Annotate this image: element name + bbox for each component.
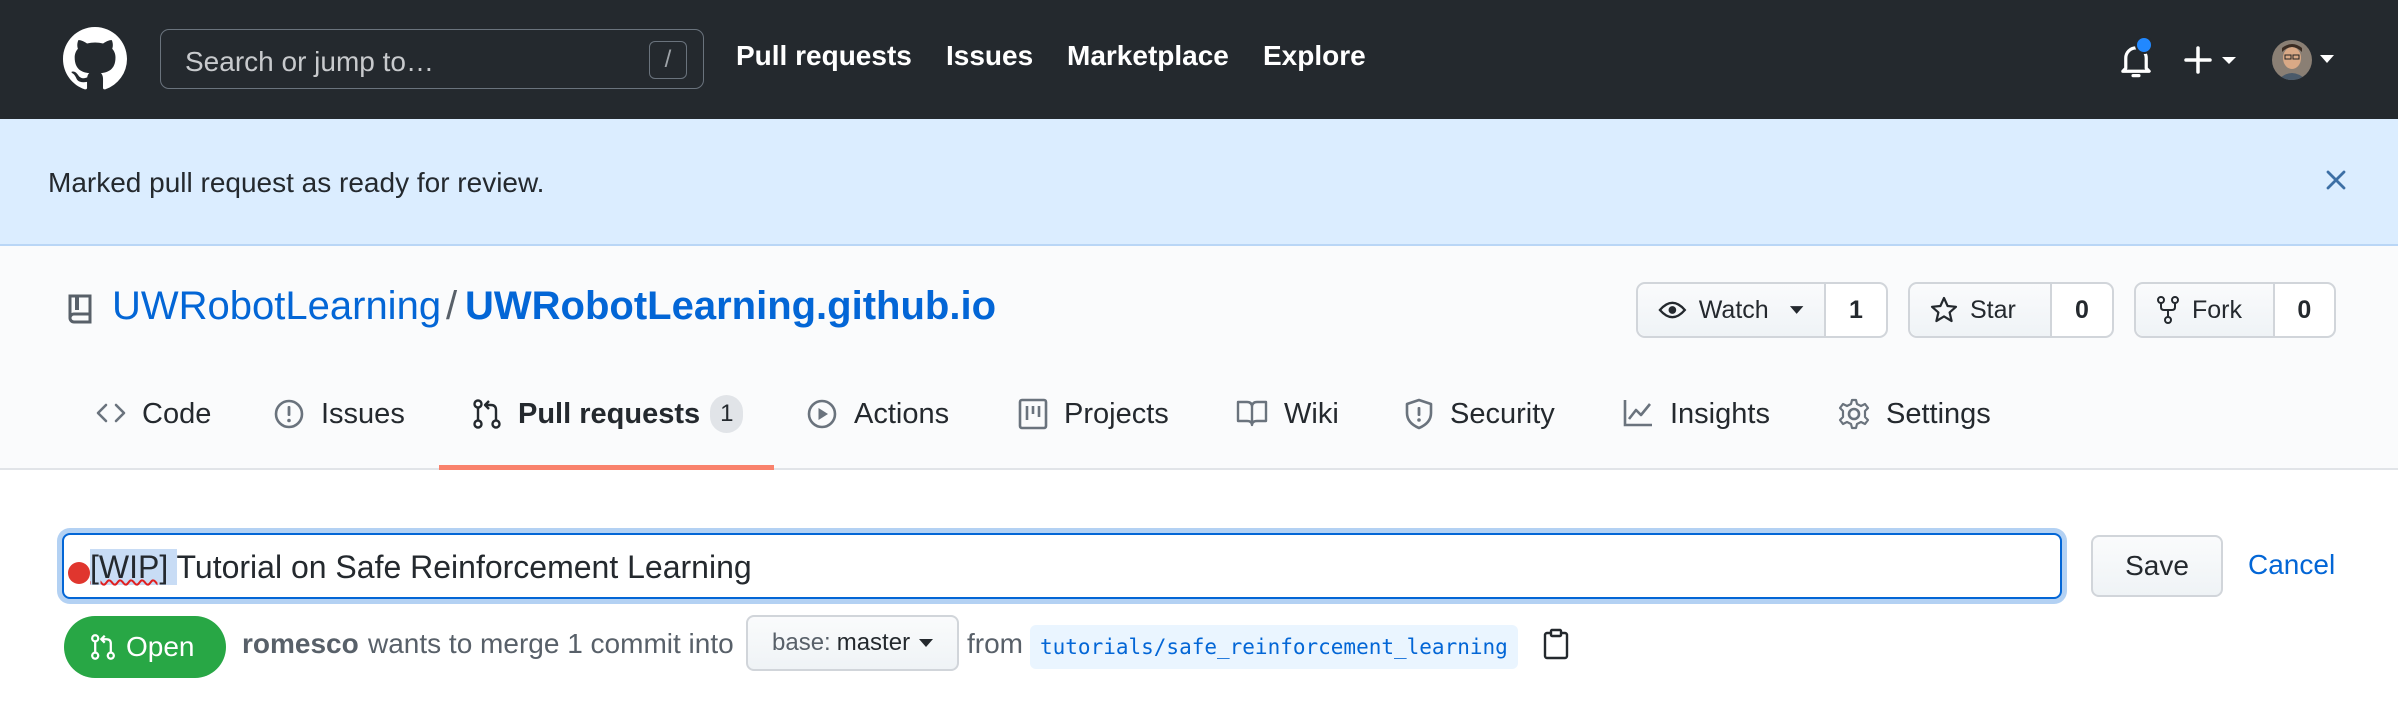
tab-projects[interactable]: Projects bbox=[1018, 398, 1169, 470]
tab-insights[interactable]: Insights bbox=[1622, 398, 1770, 470]
pr-title-value: [WIP] Tutorial on Safe Reinforcement Lea… bbox=[90, 549, 752, 586]
watch-count[interactable]: 1 bbox=[1824, 284, 1886, 336]
tab-label: Projects bbox=[1064, 398, 1169, 430]
repo-icon bbox=[68, 294, 92, 324]
code-icon bbox=[96, 403, 126, 423]
pr-state-label: Open bbox=[126, 631, 195, 662]
github-logo-icon[interactable] bbox=[63, 27, 127, 91]
nav-marketplace[interactable]: Marketplace bbox=[1067, 40, 1229, 72]
nav-explore[interactable]: Explore bbox=[1263, 40, 1366, 72]
global-header: Search or jump to… / Pull requests Issue… bbox=[0, 0, 2398, 119]
pull-request-icon bbox=[91, 634, 115, 660]
create-new-plus-icon[interactable] bbox=[2182, 40, 2242, 80]
fork-icon bbox=[2157, 296, 2179, 324]
fork-button[interactable]: Fork bbox=[2136, 284, 2273, 336]
tab-code[interactable]: Code bbox=[96, 398, 211, 470]
star-button-group: Star 0 bbox=[1908, 282, 2114, 338]
tab-label: Pull requests bbox=[518, 398, 701, 430]
eye-icon bbox=[1658, 301, 1687, 319]
repo-owner-link[interactable]: UWRobotLearning bbox=[112, 284, 441, 329]
star-button[interactable]: Star bbox=[1910, 284, 2050, 336]
watch-label: Watch bbox=[1698, 295, 1769, 324]
watch-button-group: Watch 1 bbox=[1636, 282, 1888, 338]
cancel-button[interactable]: Cancel bbox=[2248, 549, 2335, 581]
chevron-down-icon bbox=[919, 639, 934, 647]
pr-title-input[interactable]: [WIP] Tutorial on Safe Reinforcement Lea… bbox=[62, 533, 2062, 599]
tab-settings[interactable]: Settings bbox=[1838, 398, 1991, 470]
base-label: base: bbox=[772, 629, 831, 656]
base-branch-select[interactable]: base: master bbox=[746, 615, 959, 671]
tab-label: Settings bbox=[1886, 398, 1991, 430]
pull-request-count: 1 bbox=[710, 395, 744, 433]
repo-name-link[interactable]: UWRobotLearning.github.io bbox=[465, 284, 996, 329]
pr-title-prefix: [WIP] bbox=[90, 549, 169, 585]
tab-wiki[interactable]: Wiki bbox=[1236, 398, 1339, 470]
chevron-down-icon bbox=[1789, 306, 1804, 314]
tab-pull-requests[interactable]: Pull requests 1 bbox=[472, 395, 744, 470]
notification-indicator bbox=[2135, 36, 2153, 54]
tab-issues[interactable]: Issues bbox=[273, 398, 405, 470]
star-count[interactable]: 0 bbox=[2050, 284, 2112, 336]
watch-button[interactable]: Watch bbox=[1638, 284, 1824, 336]
pr-state-badge: Open bbox=[64, 616, 226, 678]
tab-label: Actions bbox=[854, 398, 950, 430]
base-branch-name: master bbox=[836, 629, 911, 656]
star-label: Star bbox=[1970, 295, 2016, 324]
issue-icon bbox=[274, 399, 304, 429]
book-icon bbox=[1236, 400, 1268, 427]
fork-button-group: Fork 0 bbox=[2134, 282, 2336, 338]
selected-tab-indicator bbox=[439, 465, 774, 470]
pull-request-icon bbox=[473, 399, 501, 429]
tab-label: Insights bbox=[1670, 398, 1770, 430]
recording-indicator bbox=[68, 562, 90, 584]
pr-merge-text: wants to merge 1 commit into bbox=[368, 628, 734, 659]
pr-from-text: from bbox=[967, 628, 1023, 659]
tab-label: Code bbox=[142, 398, 212, 430]
avatar[interactable] bbox=[2272, 40, 2312, 80]
tab-label: Security bbox=[1450, 398, 1555, 430]
star-icon bbox=[1930, 296, 1958, 323]
search-input[interactable]: Search or jump to… / bbox=[160, 29, 704, 89]
tab-label: Issues bbox=[321, 398, 405, 430]
pr-author-link[interactable]: romesco bbox=[242, 628, 359, 660]
pr-title-rest: Tutorial on Safe Reinforcement Learning bbox=[176, 549, 752, 585]
close-icon[interactable] bbox=[2320, 164, 2352, 196]
play-icon bbox=[807, 399, 837, 429]
tab-actions[interactable]: Actions bbox=[806, 398, 949, 470]
clipboard-copy-icon[interactable] bbox=[1542, 628, 1570, 660]
search-placeholder: Search or jump to… bbox=[185, 46, 434, 77]
chevron-down-icon[interactable] bbox=[2318, 53, 2336, 65]
graph-icon bbox=[1623, 400, 1652, 427]
search-shortcut-key: / bbox=[649, 41, 687, 79]
save-button[interactable]: Save bbox=[2091, 535, 2223, 597]
nav-pull-requests[interactable]: Pull requests bbox=[736, 40, 912, 72]
tab-security[interactable]: Security bbox=[1404, 398, 1555, 470]
nav-issues[interactable]: Issues bbox=[946, 40, 1033, 72]
tab-label: Wiki bbox=[1284, 398, 1339, 430]
project-icon bbox=[1018, 398, 1048, 430]
flash-banner: Marked pull request as ready for review. bbox=[0, 119, 2398, 246]
gear-icon bbox=[1838, 398, 1870, 430]
head-branch-ref[interactable]: tutorials/safe_reinforcement_learning bbox=[1030, 625, 1518, 669]
repo-path-separator: / bbox=[446, 284, 458, 328]
fork-count[interactable]: 0 bbox=[2272, 284, 2334, 336]
flash-message: Marked pull request as ready for review. bbox=[48, 167, 545, 198]
fork-label: Fork bbox=[2192, 295, 2242, 324]
shield-icon bbox=[1405, 398, 1433, 430]
